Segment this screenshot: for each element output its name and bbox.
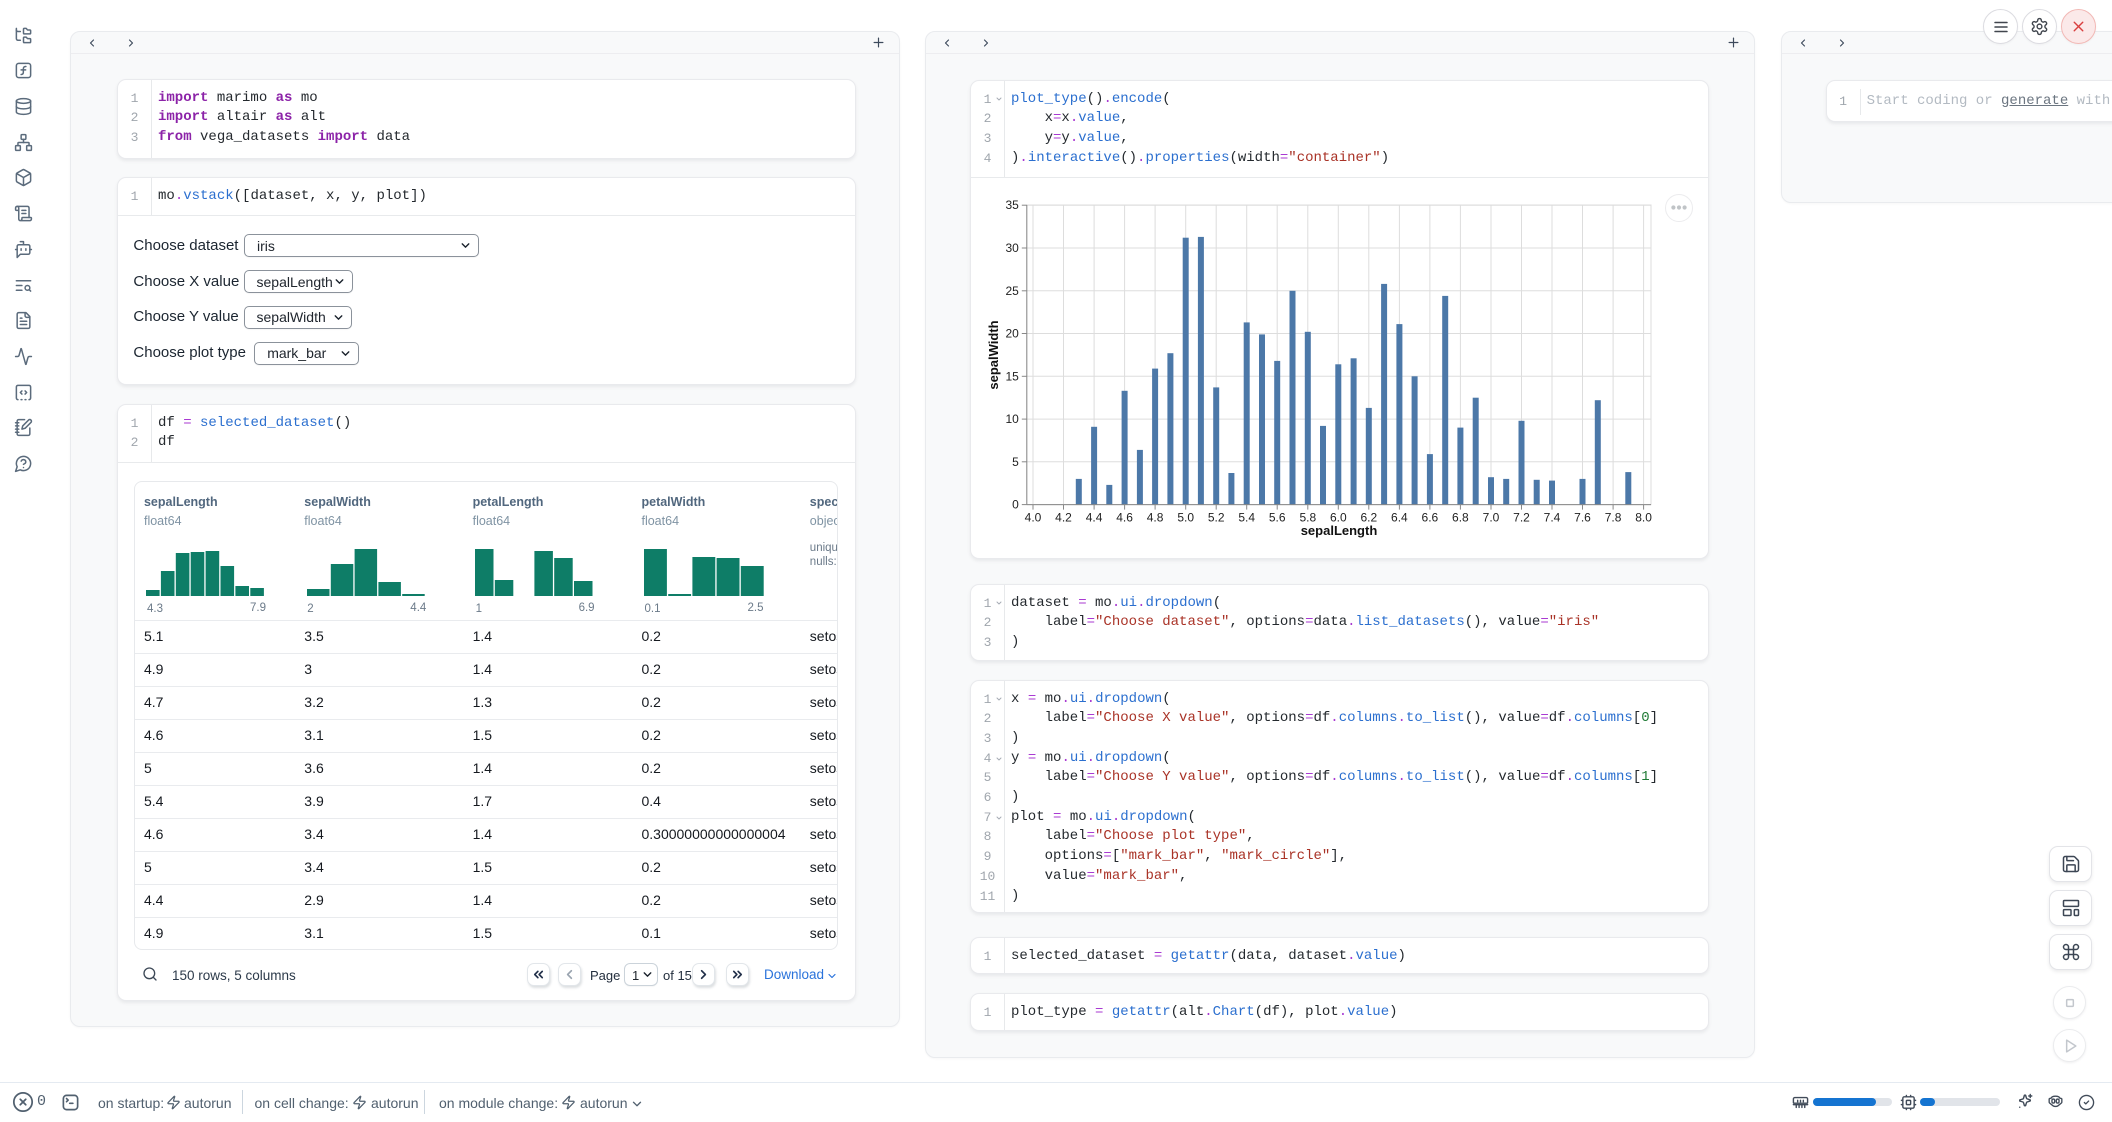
svg-text:4.6: 4.6 (1116, 511, 1133, 525)
svg-text:7.0: 7.0 (1483, 511, 1500, 525)
svg-text:25: 25 (1005, 284, 1019, 298)
svg-text:5.6: 5.6 (1269, 511, 1286, 525)
svg-text:0: 0 (1012, 498, 1019, 512)
svg-text:5.2: 5.2 (1208, 511, 1225, 525)
svg-text:8.0: 8.0 (1635, 511, 1652, 525)
svg-text:4.8: 4.8 (1147, 511, 1164, 525)
svg-text:7.4: 7.4 (1544, 511, 1561, 525)
svg-text:35: 35 (1005, 198, 1019, 212)
svg-text:10: 10 (1005, 412, 1019, 426)
svg-text:15: 15 (1005, 369, 1019, 383)
svg-text:sepalLength: sepalLength (1301, 523, 1378, 538)
svg-text:5.4: 5.4 (1238, 511, 1255, 525)
svg-text:30: 30 (1005, 241, 1019, 255)
svg-text:6.4: 6.4 (1391, 511, 1408, 525)
svg-text:7.6: 7.6 (1574, 511, 1591, 525)
svg-text:6.6: 6.6 (1422, 511, 1439, 525)
svg-text:sepalWidth: sepalWidth (986, 320, 1001, 389)
svg-text:20: 20 (1005, 327, 1019, 341)
svg-text:7.2: 7.2 (1513, 511, 1530, 525)
svg-text:4.2: 4.2 (1055, 511, 1072, 525)
svg-text:4.0: 4.0 (1025, 511, 1042, 525)
svg-text:5: 5 (1012, 455, 1019, 469)
svg-text:6.8: 6.8 (1452, 511, 1469, 525)
svg-text:5.0: 5.0 (1177, 511, 1194, 525)
svg-text:7.8: 7.8 (1605, 511, 1622, 525)
svg-text:4.4: 4.4 (1086, 511, 1103, 525)
